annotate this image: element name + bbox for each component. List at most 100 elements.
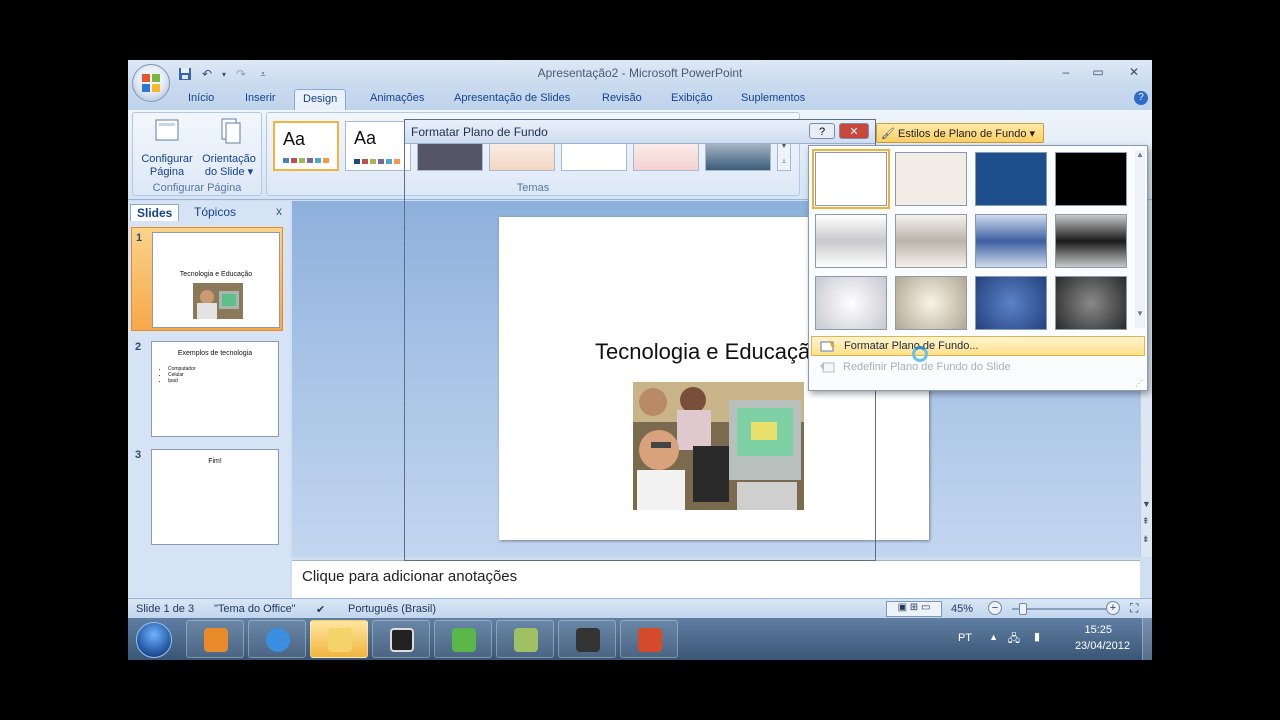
show-desktop-button[interactable] <box>1142 618 1152 660</box>
background-style-swatch[interactable] <box>895 276 967 330</box>
title-bar: ↶ ▾ ↷ ⩡ Apresentação2 - Microsoft PowerP… <box>128 60 1152 88</box>
background-style-swatch[interactable] <box>975 152 1047 206</box>
thumbnail-title: Tecnologia e Educação <box>179 271 253 278</box>
thumbnail-title: Fim! <box>208 458 222 465</box>
background-styles-icon: 🖌 <box>881 128 895 140</box>
dialog-help-button[interactable]: ? <box>809 123 835 139</box>
notes-pane[interactable]: Clique para adicionar anotações <box>292 560 1140 598</box>
format-background-dialog[interactable]: Formatar Plano de Fundo ? ✕ <box>404 119 876 561</box>
help-icon[interactable]: ? <box>1134 91 1148 105</box>
zoom-out-button[interactable]: − <box>988 601 1002 615</box>
show-hidden-icons[interactable]: ▲ <box>989 632 998 642</box>
taskbar-internet-explorer[interactable] <box>248 620 306 658</box>
slide-thumbnail[interactable]: 3 Fim! <box>131 445 283 549</box>
dialog-close-button[interactable]: ✕ <box>839 123 869 139</box>
notes-placeholder: Clique para adicionar anotações <box>302 568 518 585</box>
tab-animacoes[interactable]: Animações <box>370 92 424 104</box>
format-background-menu-item[interactable]: Formatar Plano de Fundo... <box>811 336 1145 356</box>
fit-to-window-icon[interactable]: ⛶ <box>1130 601 1138 616</box>
taskbar-movie-maker[interactable] <box>558 620 616 658</box>
taskbar-app-home[interactable] <box>372 620 430 658</box>
reset-background-label: Redefinir Plano de Fundo do Slide <box>843 361 1011 373</box>
background-style-swatch[interactable] <box>895 152 967 206</box>
office-button[interactable] <box>132 64 170 102</box>
scroll-down-icon[interactable]: ▼ <box>1142 499 1151 509</box>
page-setup-label-1: Configurar <box>141 153 193 165</box>
page-setup-label-2: Página <box>149 166 185 178</box>
resize-grip-icon[interactable]: ⋰ <box>1135 379 1143 388</box>
slide-number: 2 <box>135 341 142 353</box>
taskbar-app-green[interactable] <box>496 620 554 658</box>
background-style-swatch[interactable] <box>975 214 1047 268</box>
thumbnail-preview: Exemplos de tecnologia Computador Celula… <box>151 341 279 437</box>
thumbnail-preview: Fim! <box>151 449 279 545</box>
spellcheck-icon[interactable]: ✔ <box>316 603 325 616</box>
office-logo-icon <box>142 74 160 92</box>
tab-exibicao[interactable]: Exibição <box>671 92 713 104</box>
slide-thumbnail[interactable]: 2 Exemplos de tecnologia Computador Celu… <box>131 337 283 441</box>
background-style-swatch[interactable] <box>1055 214 1127 268</box>
page-setup-group: Configurar Página Orientação do Slide ▾ … <box>132 112 262 196</box>
maximize-button[interactable]: ▭ <box>1086 64 1110 80</box>
taskbar-media-player[interactable] <box>186 620 244 658</box>
tab-inicio[interactable]: Início <box>188 92 214 104</box>
tab-design[interactable]: Design <box>294 89 347 111</box>
view-buttons[interactable]: ▣ ⊞ ▭ <box>886 601 942 617</box>
tab-apresentacao[interactable]: Apresentação de Slides <box>454 92 570 104</box>
thumbnail-photo <box>193 283 243 319</box>
zoom-slider-handle[interactable] <box>1019 603 1028 615</box>
windows-taskbar: PT ▲ 🖧 ▮ 15:25 23/04/2012 <box>128 618 1152 660</box>
format-background-icon <box>820 340 835 352</box>
slides-panel: Slides Tópicos x 1 Tecnologia e Educação… <box>128 201 290 598</box>
minimize-button[interactable]: – <box>1054 64 1078 80</box>
slide-thumbnail[interactable]: 1 Tecnologia e Educação <box>131 227 283 331</box>
battery-icon[interactable]: ▮ <box>1034 630 1040 643</box>
panel-close-icon[interactable]: x <box>276 204 282 218</box>
internet-explorer-icon <box>266 628 290 652</box>
theme-office-aa: Aa <box>283 129 306 149</box>
theme-name: "Tema do Office" <box>214 603 296 615</box>
previous-slide-icon[interactable]: ⇞ <box>1142 516 1150 527</box>
theme-2[interactable]: Aa <box>345 121 411 171</box>
theme-office[interactable]: Aa <box>273 121 339 171</box>
background-style-swatch[interactable] <box>815 276 887 330</box>
home-app-icon <box>390 628 414 652</box>
zoom-in-button[interactable]: + <box>1106 601 1120 615</box>
background-style-swatch[interactable] <box>975 276 1047 330</box>
clock-date[interactable]: 23/04/2012 <box>1075 640 1130 652</box>
tab-inserir[interactable]: Inserir <box>245 92 276 104</box>
page-setup-icon <box>155 119 179 141</box>
busy-cursor-icon <box>912 346 928 362</box>
background-style-swatch[interactable] <box>1055 152 1127 206</box>
taskbar-messenger[interactable] <box>434 620 492 658</box>
gallery-scrollbar[interactable]: ▲ ▼ <box>1135 150 1145 328</box>
background-style-swatch[interactable] <box>815 214 887 268</box>
tab-suplementos[interactable]: Suplementos <box>741 92 805 104</box>
start-button[interactable] <box>136 622 172 658</box>
dialog-title-bar[interactable]: Formatar Plano de Fundo ? ✕ <box>405 120 875 144</box>
tab-slides[interactable]: Slides <box>130 204 180 221</box>
close-button[interactable]: ✕ <box>1122 64 1146 80</box>
taskbar-powerpoint[interactable] <box>620 620 678 658</box>
taskbar-explorer[interactable] <box>310 620 368 658</box>
zoom-slider[interactable] <box>1012 608 1114 610</box>
background-style-swatch[interactable] <box>812 149 890 209</box>
background-styles-button[interactable]: 🖌 Estilos de Plano de Fundo ▾ <box>876 123 1044 143</box>
thumbnail-bullets: Computador Celular Ipad <box>164 366 196 384</box>
language-status[interactable]: Português (Brasil) <box>348 603 436 615</box>
movie-maker-icon <box>576 628 600 652</box>
next-slide-icon[interactable]: ⇟ <box>1142 534 1150 545</box>
status-bar: Slide 1 de 3 "Tema do Office" ✔ Portuguê… <box>128 598 1152 618</box>
reset-background-menu-item: Redefinir Plano de Fundo do Slide <box>811 358 1145 378</box>
language-indicator[interactable]: PT <box>958 632 972 644</box>
background-style-swatch[interactable] <box>1055 276 1127 330</box>
background-style-swatch[interactable] <box>895 214 967 268</box>
clock-time[interactable]: 15:25 <box>1084 624 1112 636</box>
zoom-level[interactable]: 45% <box>951 603 973 615</box>
orientation-button[interactable]: Orientação do Slide ▾ <box>199 117 259 179</box>
tab-revisao[interactable]: Revisão <box>602 92 642 104</box>
network-icon[interactable]: 🖧 <box>1008 630 1020 649</box>
page-setup-button[interactable]: Configurar Página <box>137 117 197 179</box>
theme-2-aa: Aa <box>354 128 377 148</box>
tab-topicos[interactable]: Tópicos <box>188 204 242 220</box>
